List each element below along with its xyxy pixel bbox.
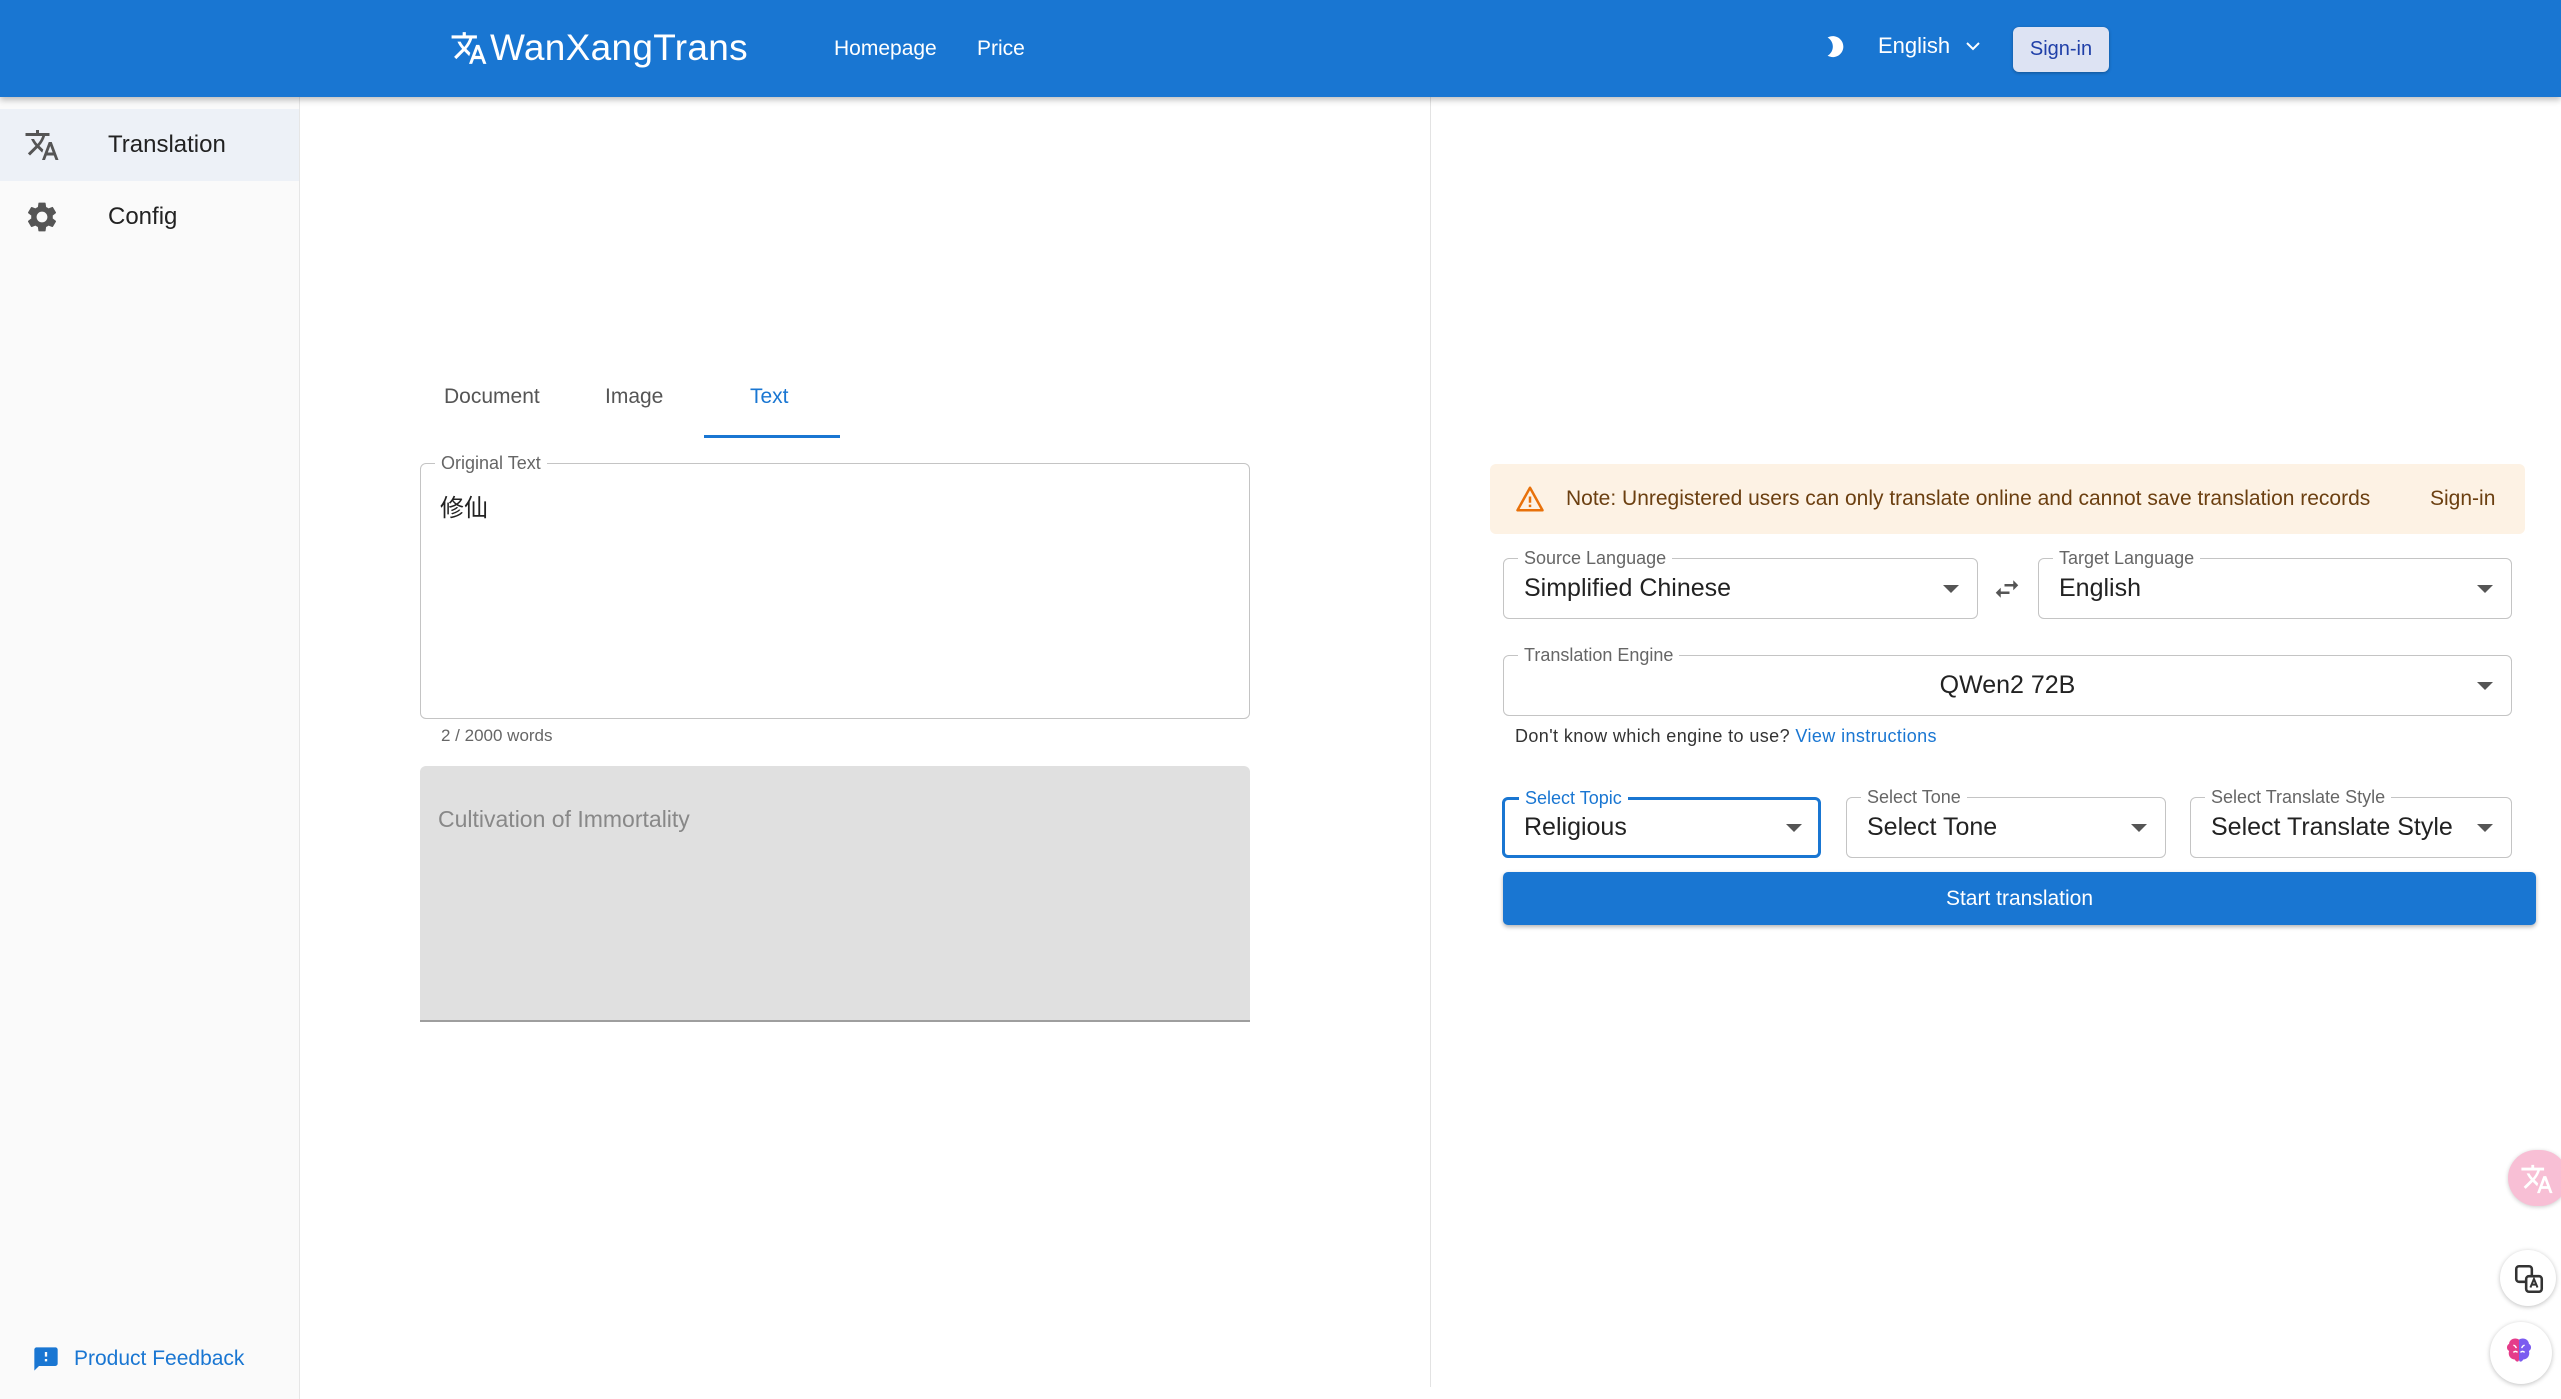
engine-legend: Translation Engine [1518,645,1680,666]
dropdown-arrow-icon [2477,682,2493,690]
translate-icon [2521,1164,2553,1194]
product-feedback-link[interactable]: Product Feedback [32,1345,244,1373]
sidebar-item-translation[interactable]: Translation [0,109,299,181]
sidebar-item-label: Translation [108,131,226,158]
source-language-legend: Source Language [1518,548,1673,569]
feedback-icon [34,1347,58,1371]
engine-value: QWen2 72B [1939,671,2076,699]
translate-icon [25,130,59,160]
source-language-select[interactable]: Source Language Simplified Chinese [1503,548,1978,619]
swap-languages-icon[interactable] [1990,574,2024,604]
original-text-value[interactable]: 修仙 [440,488,488,523]
floating-ai-button[interactable] [2490,1322,2552,1384]
brand-name: WanXangTrans [490,27,748,68]
nav-price[interactable]: Price [977,37,1025,61]
language-icon [2514,1264,2544,1294]
original-text-legend: Original Text [435,453,547,474]
tab-active-indicator [704,435,840,438]
top-app-bar: WanXangTrans Homepage Price English Sign… [0,0,2561,97]
alert-signin-button[interactable]: Sign-in [2430,487,2495,511]
sidebar-item-label: Config [108,203,178,230]
tone-value: Select Tone [1867,813,1998,841]
view-instructions-link[interactable]: View instructions [1795,726,1937,746]
brand[interactable]: WanXangTrans [450,22,748,74]
target-language-value: English [2059,574,2141,602]
tone-legend: Select Tone [1861,787,1967,808]
target-language-legend: Target Language [2053,548,2201,569]
dropdown-arrow-icon [2477,824,2493,832]
select-topic[interactable]: Select Topic Religious [1502,788,1821,858]
dropdown-arrow-icon [1943,585,1959,593]
tab-document[interactable]: Document [444,385,540,409]
sidebar: Translation Config Product Feedback [0,97,300,1399]
start-translation-button[interactable]: Start translation [1503,872,2536,925]
style-legend: Select Translate Style [2205,787,2392,808]
sidebar-item-config[interactable]: Config [0,181,299,253]
panel-divider [1430,97,1431,1387]
alert-message: Note: Unregistered users can only transl… [1566,487,2371,510]
topic-legend: Select Topic [1519,788,1628,809]
dropdown-arrow-icon [2131,824,2147,832]
original-text-field[interactable]: Original Text [420,453,1250,719]
style-value: Select Translate Style [2211,813,2453,841]
select-translate-style[interactable]: Select Translate Style Select Translate … [2190,787,2512,858]
engine-hint-text: Don't know which engine to use? [1515,726,1790,746]
dropdown-arrow-icon [1786,824,1802,832]
gear-icon [27,202,57,232]
language-switcher[interactable]: English [1878,33,1982,59]
nav-homepage[interactable]: Homepage [834,37,937,61]
translation-result-text: Cultivation of Immortality [438,806,690,832]
dropdown-arrow-icon [2477,585,2493,593]
header-signin-button[interactable]: Sign-in [2013,27,2109,72]
dark-mode-toggle-icon[interactable] [1820,34,1848,62]
language-label: English [1878,33,1951,58]
translation-engine-select[interactable]: Translation Engine QWen2 72B [1503,645,2512,716]
translation-result-box[interactable]: Cultivation of Immortality [420,766,1250,1022]
tab-image[interactable]: Image [605,385,663,409]
translate-logo-icon [451,32,487,64]
select-tone[interactable]: Select Tone Select Tone [1846,787,2166,858]
topic-value: Religious [1524,813,1627,841]
warning-icon [1516,486,1544,512]
source-language-value: Simplified Chinese [1524,574,1732,602]
floating-language-button[interactable] [2500,1250,2556,1306]
feedback-label: Product Feedback [74,1347,245,1370]
chevron-down-icon [1966,42,1980,51]
word-counter: 2 / 2000 words [441,726,553,745]
engine-hint: Don't know which engine to use? View ins… [1515,726,1937,747]
brain-icon [2506,1338,2532,1362]
target-language-select[interactable]: Target Language English [2038,548,2512,619]
unregistered-alert: Note: Unregistered users can only transl… [1490,464,2525,534]
tab-text[interactable]: Text [750,385,789,409]
floating-translate-button[interactable] [2508,1150,2561,1206]
